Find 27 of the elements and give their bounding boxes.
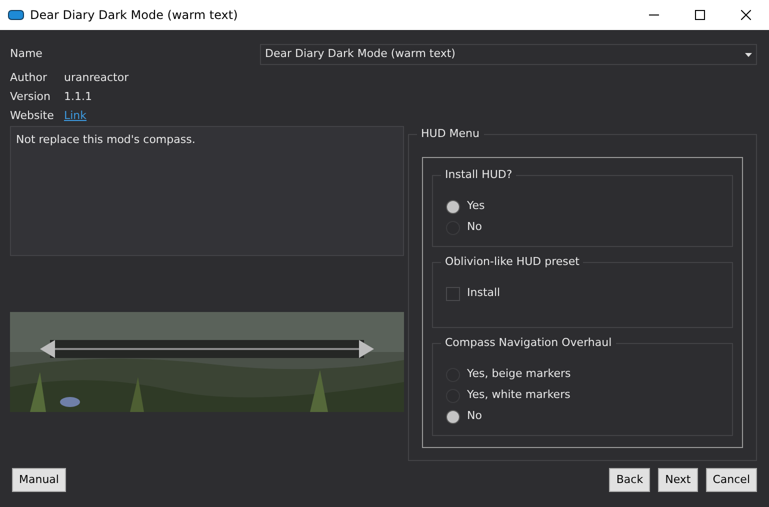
info-value: 1.1.1	[64, 89, 92, 106]
option-label: Yes, beige markers	[467, 366, 571, 382]
caret-icon	[745, 52, 752, 56]
info-label: Website	[10, 108, 55, 124]
option-label: No	[467, 408, 482, 424]
description-box: Not replace this mod's compass.	[10, 126, 404, 256]
option-label: Install	[467, 285, 500, 302]
group-title: Compass Navigation Overhaul	[441, 336, 616, 350]
option-label: Yes	[467, 198, 485, 214]
checkbox[interactable]	[446, 286, 460, 300]
info-value: uranreactor	[64, 70, 129, 86]
group-title: Oblivion-like HUD preset	[441, 255, 584, 269]
name-dropdown[interactable]: Dear Diary Dark Mode (warm text)	[260, 44, 757, 65]
info-label: Version	[10, 89, 52, 106]
option-label: Yes, white markers	[467, 387, 570, 404]
window-title: Dear Diary Dark Mode (warm text)	[30, 7, 238, 24]
radio-button[interactable]	[446, 410, 460, 424]
app-icon	[8, 10, 24, 20]
nav-button[interactable]: Back	[609, 468, 650, 492]
manual-button[interactable]: Manual	[12, 468, 66, 492]
info-label: Author	[10, 70, 48, 86]
nav-button[interactable]: Next	[658, 468, 698, 492]
option-label: No	[467, 219, 482, 236]
radio-button[interactable]	[446, 200, 460, 214]
website-link[interactable]: Link	[64, 108, 87, 125]
name-label: Name	[10, 46, 42, 62]
nav-button[interactable]: Cancel	[706, 468, 757, 492]
